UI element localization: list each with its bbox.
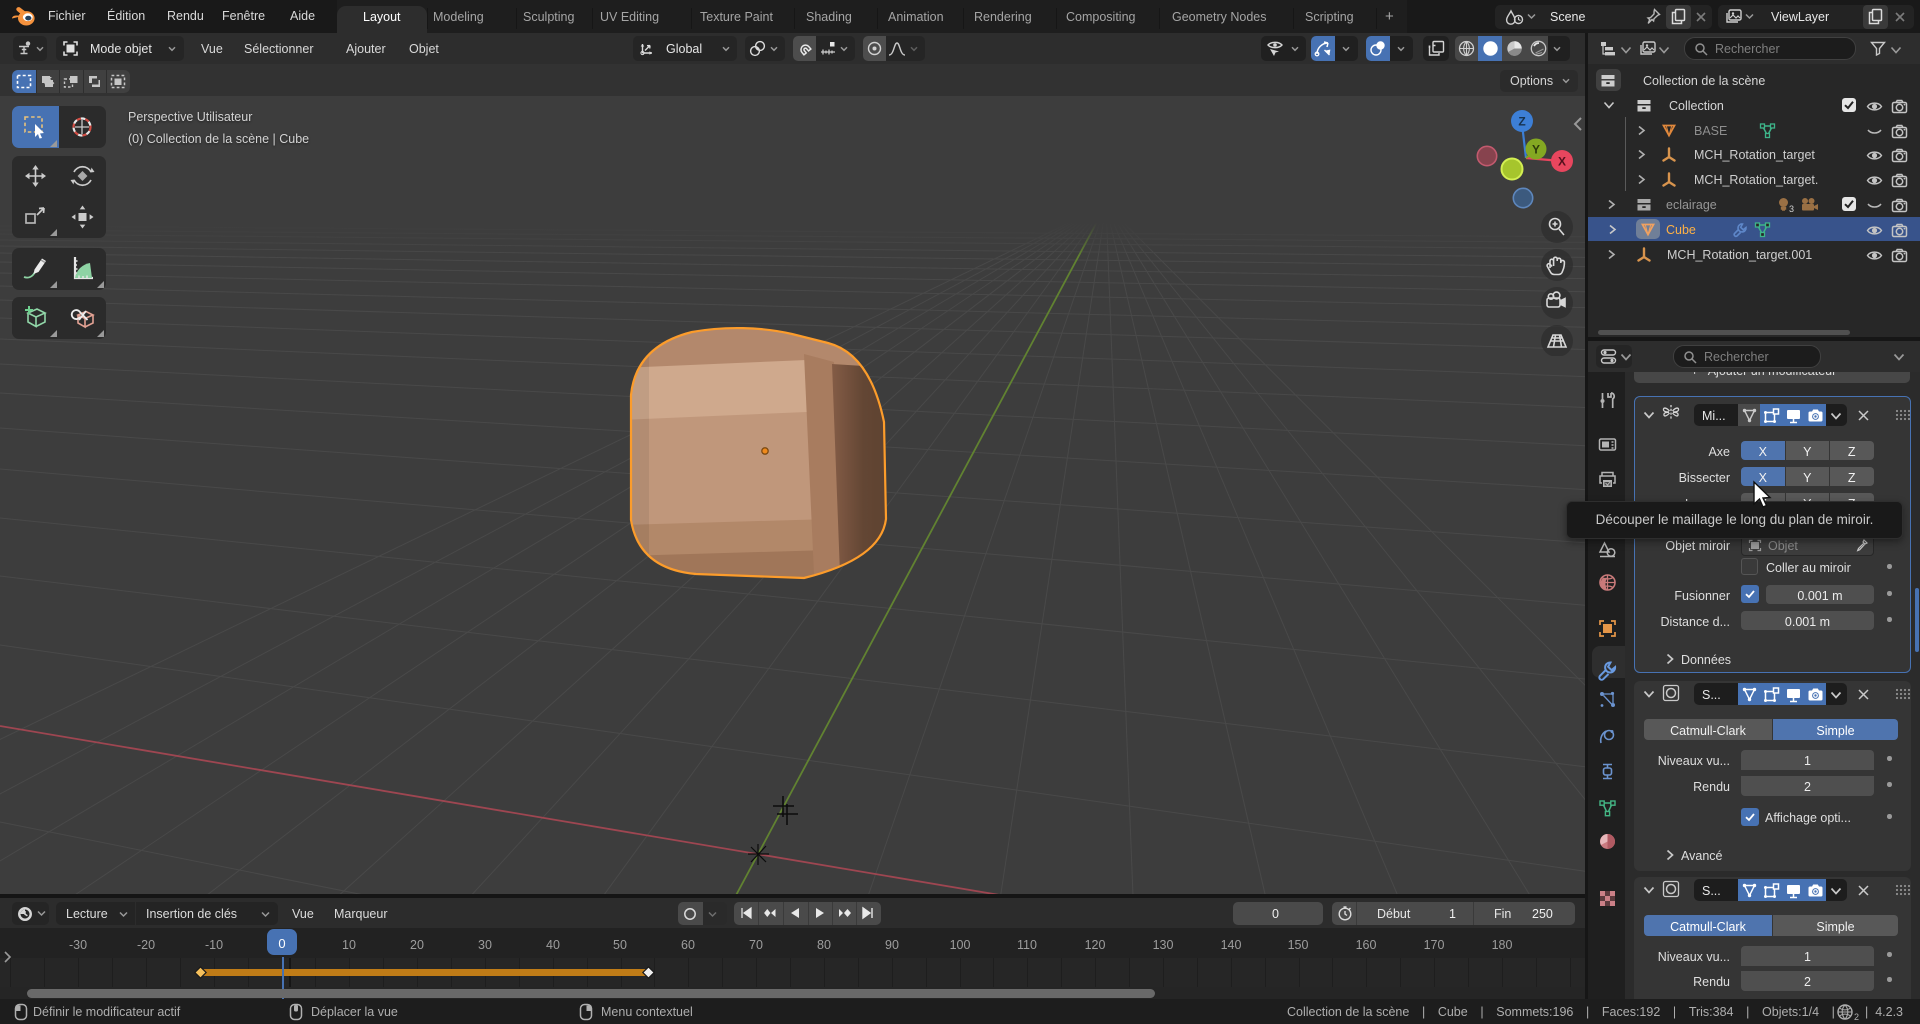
svg-text:Z: Z <box>1518 115 1525 129</box>
svg-text:X: X <box>1558 155 1566 169</box>
svg-text:Y: Y <box>1532 143 1540 157</box>
